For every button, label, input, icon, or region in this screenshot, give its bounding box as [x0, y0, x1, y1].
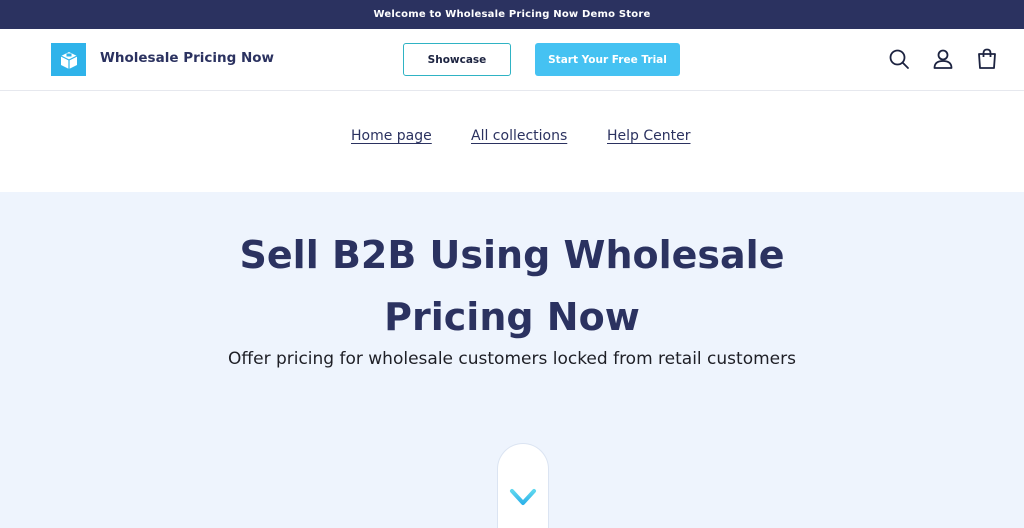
site-header: Wholesale Pricing Now Showcase Start You… — [0, 29, 1024, 91]
account-icon[interactable] — [931, 47, 955, 71]
search-icon[interactable] — [887, 47, 911, 71]
nav-link-help-center[interactable]: Help Center — [607, 128, 691, 144]
announcement-text: Welcome to Wholesale Pricing Now Demo St… — [373, 9, 651, 20]
showcase-button[interactable]: Showcase — [403, 43, 511, 76]
scroll-down-button[interactable] — [497, 443, 549, 528]
store-logo[interactable] — [51, 43, 86, 76]
box-logo-icon — [60, 51, 77, 69]
hero-title: Sell B2B Using Wholesale Pricing Now — [239, 233, 785, 339]
arrow-down-icon — [510, 460, 536, 505]
cart-icon[interactable] — [975, 47, 999, 71]
nav-link-home-page[interactable]: Home page — [351, 128, 432, 144]
brand-name[interactable]: Wholesale Pricing Now — [100, 50, 274, 66]
hero-section: Sell B2B Using Wholesale Pricing Now Off… — [0, 192, 1024, 528]
main-navigation: Home page All collections Help Center — [0, 91, 1024, 192]
start-free-trial-button[interactable]: Start Your Free Trial — [535, 43, 680, 76]
announcement-bar: Welcome to Wholesale Pricing Now Demo St… — [0, 0, 1024, 29]
nav-link-all-collections[interactable]: All collections — [471, 128, 567, 144]
hero-subtitle: Offer pricing for wholesale customers lo… — [228, 349, 796, 369]
